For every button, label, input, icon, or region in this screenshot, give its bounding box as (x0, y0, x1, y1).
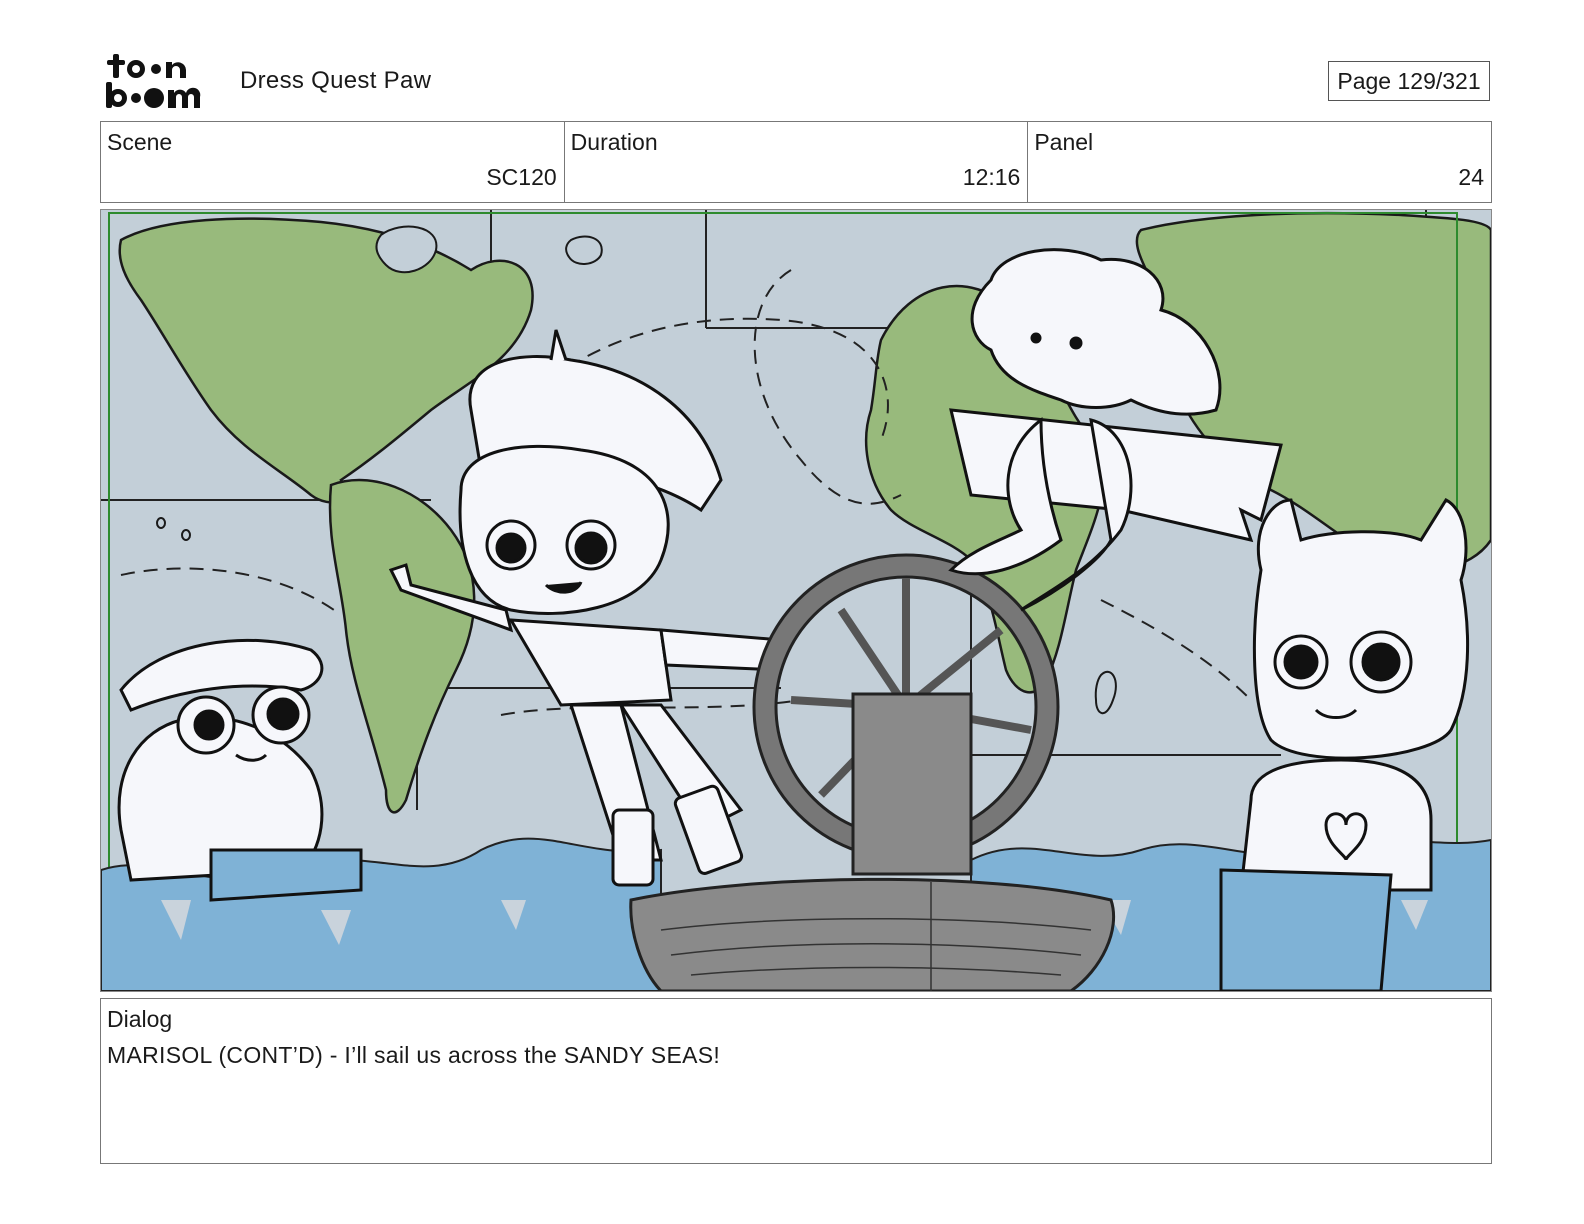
scene-label: Scene (107, 129, 173, 155)
panel-value: 24 (1458, 164, 1485, 190)
duration-value: 12:16 (962, 164, 1021, 190)
page-indicator: Page 129/321 (1328, 61, 1490, 101)
dialog-label: Dialog (107, 1006, 173, 1032)
storyboard-panel-image (100, 209, 1492, 992)
duration-label: Duration (570, 129, 658, 155)
project-title: Dress Quest Paw (240, 67, 432, 94)
scene-value: SC120 (486, 164, 557, 190)
dialog-box: Dialog MARISOL (CONT’D) - I’ll sail us a… (100, 998, 1492, 1164)
panel-label: Panel (1034, 129, 1094, 155)
panel-info-table: Scene SC120 Duration 12:16 Panel 24 (100, 121, 1492, 203)
storyboard-drawing (101, 210, 1491, 991)
duration-cell: Duration 12:16 (565, 122, 1029, 202)
toon-boom-logo (104, 52, 216, 110)
scene-cell: Scene SC120 (101, 122, 565, 202)
dialog-text: MARISOL (CONT’D) - I’ll sail us across t… (107, 1042, 721, 1068)
panel-cell: Panel 24 (1028, 122, 1491, 202)
